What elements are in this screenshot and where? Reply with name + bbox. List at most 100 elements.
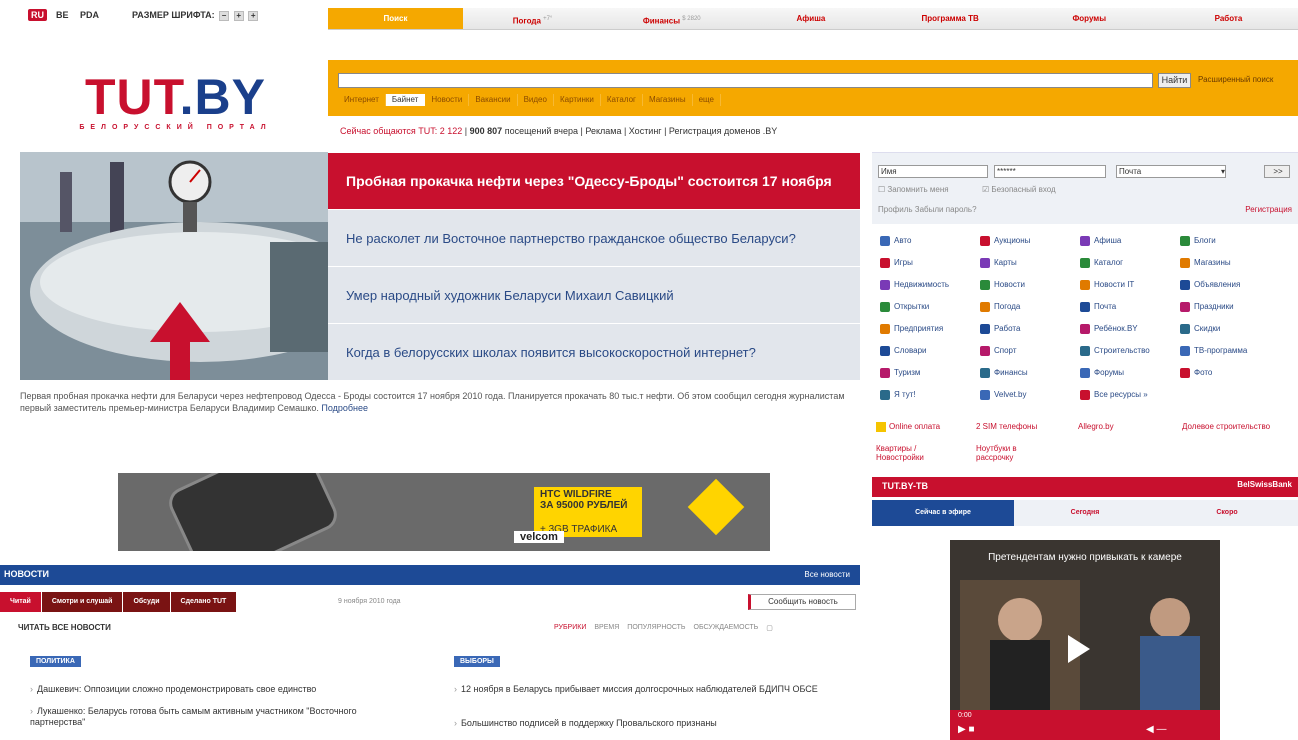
- service-games[interactable]: Игры: [880, 258, 913, 268]
- service-building[interactable]: Строительство: [1080, 346, 1150, 356]
- news-link[interactable]: Дашкевич: Оппозиции сложно продемонстрир…: [30, 684, 430, 695]
- service-select[interactable]: Почта ▾: [1116, 165, 1226, 178]
- remember-checkbox[interactable]: ☐ Запомнить меня: [878, 185, 949, 194]
- service-mail[interactable]: Почта: [1080, 302, 1116, 312]
- ad-banner[interactable]: HTC WILDFIRE ЗА 95000 РУБЛЕЙ + 3GB ТРАФИК…: [118, 473, 770, 551]
- search-tab-shops[interactable]: Магазины: [643, 94, 693, 106]
- search-tab-vacancies[interactable]: Вакансии: [469, 94, 518, 106]
- secure-login-checkbox[interactable]: ☑ Безопасный вход: [982, 185, 1056, 194]
- tab-jobs[interactable]: Работа: [1159, 8, 1298, 29]
- news-tab-watch[interactable]: Смотри и слушай: [41, 592, 124, 612]
- report-news-button[interactable]: Сообщить новость: [748, 594, 856, 610]
- profile-links[interactable]: Профиль Забыли пароль?: [878, 205, 977, 214]
- lang-ru[interactable]: RU: [28, 9, 47, 21]
- hero-headline[interactable]: Не расколет ли Восточное партнерство гра…: [328, 209, 860, 266]
- search-tab-catalog[interactable]: Каталог: [601, 94, 643, 106]
- play-icon[interactable]: [1068, 635, 1090, 663]
- news-tab-read[interactable]: Читай: [0, 592, 42, 612]
- sort-popularity[interactable]: ПОПУЛЯРНОСТЬ: [627, 624, 685, 632]
- password-field[interactable]: ******: [994, 165, 1106, 178]
- service-jobs[interactable]: Работа: [980, 324, 1020, 334]
- service-discounts[interactable]: Скидки: [1180, 324, 1220, 334]
- service-here[interactable]: Я тут!: [880, 390, 916, 400]
- category-badge[interactable]: ПОЛИТИКА: [30, 656, 81, 667]
- video-player[interactable]: Претендентам нужно привыкать к камере 0:…: [950, 540, 1220, 740]
- register-link[interactable]: Регистрация: [1245, 205, 1292, 214]
- service-catalog[interactable]: Каталог: [1080, 258, 1123, 268]
- service-child[interactable]: Ребёнок.BY: [1080, 324, 1138, 334]
- service-afisha[interactable]: Афиша: [1080, 236, 1121, 246]
- tab-finance[interactable]: Финансы $ 2820: [602, 8, 741, 29]
- service-blogs[interactable]: Блоги: [1180, 236, 1216, 246]
- service-auctions[interactable]: Аукционы: [980, 236, 1030, 246]
- search-button[interactable]: Найти: [1158, 73, 1191, 88]
- search-tab-baynet[interactable]: Байнет: [385, 94, 426, 106]
- search-tab-news[interactable]: Новости: [425, 94, 470, 106]
- tab-afisha[interactable]: Афиша: [741, 8, 880, 29]
- service-companies[interactable]: Предприятия: [880, 324, 943, 334]
- font-smaller-button[interactable]: –: [219, 10, 230, 21]
- search-tab-internet[interactable]: Интернет: [338, 94, 386, 106]
- promo-link[interactable]: 2 SIM телефоны: [976, 422, 1037, 431]
- service-dictionaries[interactable]: Словари: [880, 346, 927, 356]
- service-auto[interactable]: Авто: [880, 236, 911, 246]
- service-maps[interactable]: Карты: [980, 258, 1017, 268]
- search-tab-images[interactable]: Картинки: [554, 94, 601, 106]
- volume-icon[interactable]: ◀ —: [1146, 724, 1166, 735]
- hero-headline[interactable]: Умер народный художник Беларуси Михаил С…: [328, 266, 860, 323]
- news-tab-discuss[interactable]: Обсуди: [123, 592, 171, 612]
- service-forums[interactable]: Форумы: [1080, 368, 1124, 378]
- service-weather[interactable]: Погода: [980, 302, 1020, 312]
- service-photo[interactable]: Фото: [1180, 368, 1212, 378]
- search-tab-more[interactable]: еще: [693, 94, 721, 106]
- service-cards[interactable]: Открытки: [880, 302, 929, 312]
- partner-logo[interactable]: BelSwissBank: [1237, 480, 1292, 489]
- sort-time[interactable]: ВРЕМЯ: [594, 624, 619, 632]
- online-payment-link[interactable]: Online оплата: [876, 422, 940, 432]
- tv-tab-today[interactable]: Сегодня: [1014, 500, 1156, 526]
- service-shops[interactable]: Магазины: [1180, 258, 1231, 268]
- tab-tv-program[interactable]: Программа ТВ: [881, 8, 1020, 29]
- news-link[interactable]: Лукашенко: Беларусь готова быть самым ак…: [30, 706, 410, 728]
- site-logo[interactable]: TUT.BY БЕЛОРУССКИЙ ПОРТАЛ: [68, 72, 283, 132]
- login-go-button[interactable]: >>: [1264, 165, 1290, 178]
- sort-rubrics[interactable]: РУБРИКИ: [554, 624, 586, 632]
- hero-headline[interactable]: Когда в белорусских школах появится высо…: [328, 323, 860, 380]
- hero-headline-active[interactable]: Пробная прокачка нефти через "Одессу-Бро…: [328, 152, 860, 209]
- search-input[interactable]: [338, 73, 1153, 88]
- font-larger-button[interactable]: +: [248, 10, 259, 21]
- news-link[interactable]: 12 ноября в Беларусь прибывает миссия до…: [454, 684, 854, 695]
- service-tourism[interactable]: Туризм: [880, 368, 920, 378]
- tab-weather[interactable]: Погода +7°: [463, 8, 602, 29]
- promo-link[interactable]: Долевое строительство: [1182, 422, 1292, 431]
- sort-discussed[interactable]: ОБСУЖДАЕМОСТЬ: [694, 624, 759, 632]
- all-news-link[interactable]: Все новости: [804, 570, 850, 579]
- font-normal-button[interactable]: +: [233, 10, 244, 21]
- service-tv-program[interactable]: ТВ-программа: [1180, 346, 1247, 356]
- tv-tab-soon[interactable]: Скоро: [1156, 500, 1298, 526]
- service-all-resources[interactable]: Все ресурсы »: [1080, 390, 1148, 400]
- username-field[interactable]: Имя: [878, 165, 988, 178]
- service-velvet[interactable]: Velvet.by: [980, 390, 1026, 400]
- service-news[interactable]: Новости: [980, 280, 1025, 290]
- search-tab-video[interactable]: Видео: [518, 94, 554, 106]
- advanced-search-link[interactable]: Расширенный поиск: [1198, 75, 1273, 84]
- collapse-icon[interactable]: ▢: [766, 624, 773, 632]
- service-news-it[interactable]: Новости IT: [1080, 280, 1134, 290]
- tab-forums[interactable]: Форумы: [1020, 8, 1159, 29]
- promo-link[interactable]: Ноутбуки в рассрочку: [976, 444, 1056, 462]
- tv-tab-now[interactable]: Сейчас в эфире: [872, 500, 1014, 526]
- service-sport[interactable]: Спорт: [980, 346, 1017, 356]
- promo-link[interactable]: Allegro.by: [1078, 422, 1114, 431]
- promo-link[interactable]: Квартиры / Новостройки: [876, 444, 956, 462]
- lang-be[interactable]: BE: [56, 10, 69, 20]
- read-more-link[interactable]: Подробнее: [321, 403, 368, 413]
- category-badge[interactable]: ВЫБОРЫ: [454, 656, 500, 667]
- news-tab-made-tut[interactable]: Сделано TUT: [170, 592, 238, 612]
- pda-link[interactable]: PDA: [80, 10, 99, 20]
- read-all-news-link[interactable]: ЧИТАТЬ ВСЕ НОВОСТИ: [18, 623, 111, 632]
- tab-search[interactable]: Поиск: [328, 8, 463, 29]
- service-ads[interactable]: Объявления: [1180, 280, 1240, 290]
- service-holidays[interactable]: Праздники: [1180, 302, 1234, 312]
- service-realty[interactable]: Недвижимость: [880, 280, 949, 290]
